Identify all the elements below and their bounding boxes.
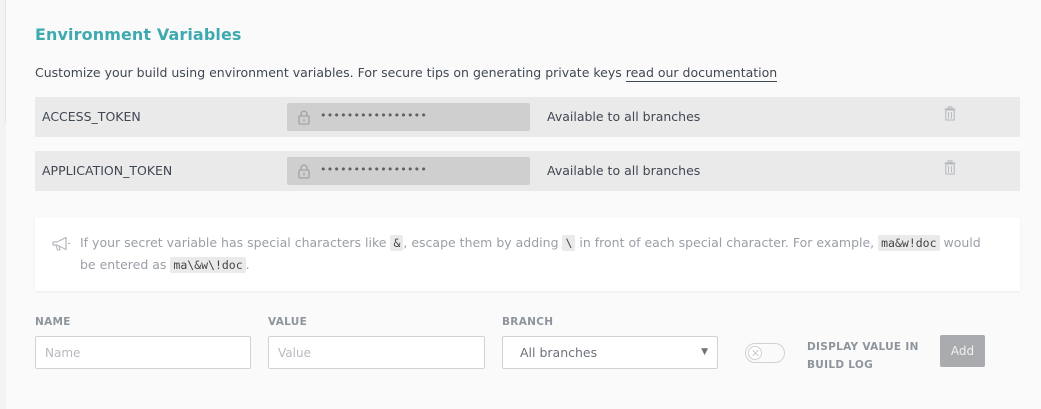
lock-icon [298,164,310,179]
env-var-value: •••••••••••••••• [287,157,530,185]
env-var-row: APPLICATION_TOKEN •••••••••••••••• Avail… [35,151,1020,191]
lock-icon [298,110,310,125]
notice-text-part: . [245,257,250,272]
branch-select[interactable]: All branches ▼ [502,336,718,369]
env-var-row: ACCESS_TOKEN •••••••••••••••• Available … [35,97,1020,137]
env-var-branch: Available to all branches [547,163,701,178]
megaphone-icon [52,236,71,251]
chevron-down-icon: ▼ [701,347,708,357]
display-value-toggle[interactable] [745,343,785,363]
code-snippet: ma&w!doc [878,235,940,251]
close-icon [748,346,762,360]
value-label: VALUE [268,316,308,328]
trash-icon[interactable] [944,106,956,121]
notice-text-part: in front of each special character. For … [575,235,879,250]
divider [5,0,6,122]
name-input[interactable] [35,336,251,369]
description-text: Customize your build using environment v… [35,65,626,80]
notice-text: If your secret variable has special char… [80,232,1000,276]
section-title: Environment Variables [35,25,242,44]
code-snippet: \ [562,235,576,251]
branch-select-value: All branches [520,345,598,360]
masked-value: •••••••••••••••• [320,109,428,122]
value-input[interactable] [268,336,485,369]
notice-text-part: , escape them by adding [403,235,563,250]
env-var-name: APPLICATION_TOKEN [42,163,173,178]
trash-icon[interactable] [944,160,956,175]
code-snippet: & [390,235,404,251]
documentation-link[interactable]: read our documentation [625,65,778,82]
env-var-branch: Available to all branches [547,109,701,124]
masked-value: •••••••••••••••• [320,163,428,176]
env-var-name: ACCESS_TOKEN [42,109,141,124]
add-button[interactable]: Add [940,335,985,367]
section-description: Customize your build using environment v… [35,65,778,82]
display-value-label: DISPLAY VALUE IN BUILD LOG [807,341,919,371]
code-snippet: ma\&w\!doc [170,257,246,273]
name-label: NAME [35,316,71,328]
env-var-value: •••••••••••••••• [287,103,530,131]
branch-label: BRANCH [502,316,554,328]
special-characters-notice: If your secret variable has special char… [35,218,1020,291]
notice-text-part: If your secret variable has special char… [80,235,391,250]
